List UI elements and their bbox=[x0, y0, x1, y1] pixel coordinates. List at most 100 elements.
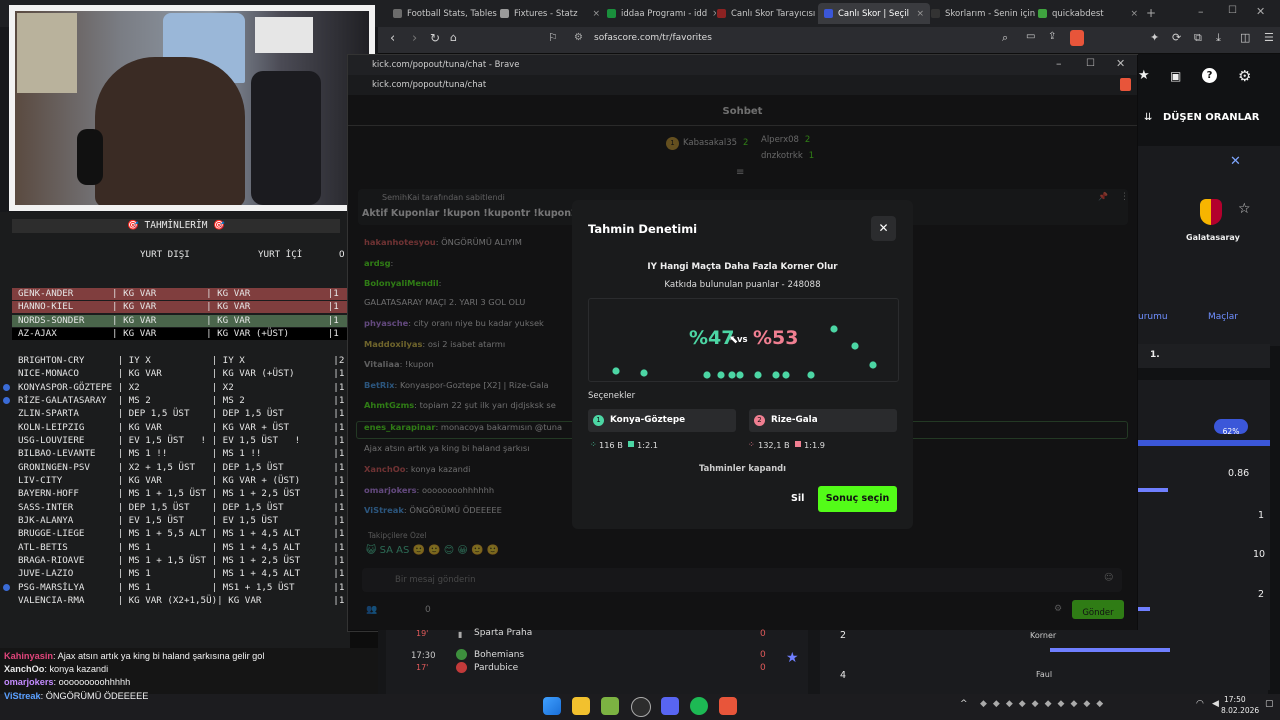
minimize-button[interactable]: – bbox=[1198, 5, 1204, 18]
gifter-name: dnzkotrkk bbox=[761, 151, 803, 161]
extensions-icon[interactable]: ✦ bbox=[1150, 31, 1159, 44]
discord-icon[interactable] bbox=[661, 697, 679, 715]
emoji-icon[interactable]: ☺ bbox=[1104, 573, 1113, 583]
pick-result-button[interactable]: Sonuç seçin bbox=[818, 486, 897, 512]
browser-tab[interactable]: Canlı Skor Tarayıcısı× bbox=[711, 3, 823, 24]
brave-icon[interactable] bbox=[719, 697, 737, 715]
sync-icon[interactable]: ⟳ bbox=[1172, 31, 1181, 44]
overlay-chat-line: ViStreak: ÖNGÖRÜMÜ ÖDEEEEE bbox=[4, 691, 148, 704]
options-heading: Seçenekler bbox=[588, 391, 636, 401]
spotify-icon[interactable] bbox=[690, 697, 708, 715]
pinned-menu-icon[interactable]: ⋮ bbox=[1120, 192, 1129, 202]
download-icon[interactable]: ⤓ bbox=[1216, 31, 1221, 45]
forward-icon[interactable]: › bbox=[412, 31, 417, 46]
chat-collapse-icon[interactable]: ≡ bbox=[736, 167, 744, 178]
browser-tab[interactable]: Fixtures - Statz × bbox=[494, 3, 606, 24]
chat-username[interactable]: ViStreak bbox=[364, 505, 404, 515]
browser-tab[interactable]: quickabdest × bbox=[1032, 3, 1144, 24]
chat-username[interactable]: AhmtGzms bbox=[364, 400, 414, 410]
back-icon[interactable]: ‹ bbox=[390, 31, 395, 46]
tv-icon[interactable]: ▣ bbox=[1170, 69, 1181, 83]
option-points: 116 B bbox=[599, 440, 623, 450]
chat-settings-icon[interactable]: ⚙ bbox=[1054, 604, 1062, 614]
tab-label: quickabdest bbox=[1052, 8, 1104, 19]
brave-shields-icon[interactable] bbox=[1070, 30, 1084, 46]
new-tab-button[interactable]: + bbox=[1146, 6, 1156, 20]
tab-favicon bbox=[824, 9, 833, 18]
settings-icon[interactable]: ⚙ bbox=[1238, 67, 1251, 85]
site-info-icon[interactable]: ⚙ bbox=[574, 32, 583, 43]
notification-icon[interactable]: ▢ bbox=[1265, 699, 1274, 709]
tab-matches[interactable]: Maçlar bbox=[1208, 312, 1238, 322]
menu-icon[interactable]: ☰ bbox=[1264, 31, 1274, 44]
chat-username[interactable]: enes_karapinar bbox=[364, 422, 435, 432]
notepad-icon[interactable] bbox=[601, 697, 619, 715]
chat-message-row: ViStreak: ÖNGÖRÜMÜ ÖDEEEEE bbox=[364, 505, 502, 515]
chat-username[interactable]: Vitaliaa bbox=[364, 359, 400, 369]
zoom-icon[interactable]: ⌕ bbox=[1002, 31, 1008, 45]
kick-close-button[interactable]: ✕ bbox=[1116, 57, 1125, 70]
delete-button[interactable]: Sil bbox=[791, 493, 804, 504]
kick-shield-icon[interactable] bbox=[1120, 78, 1131, 91]
clock-date[interactable]: 8.02.2026 bbox=[1221, 706, 1259, 715]
option-rize-gala[interactable]: 2 Rize-Gala bbox=[749, 409, 897, 432]
browser-tab[interactable]: Skorlarım - Senin için× bbox=[925, 3, 1037, 24]
pin-icon[interactable]: 📌 bbox=[1098, 192, 1108, 201]
foul-label: Faul bbox=[1036, 670, 1053, 679]
chat-username[interactable]: XanchOo bbox=[364, 464, 405, 474]
clock-time[interactable]: 17:50 bbox=[1224, 695, 1246, 704]
file-explorer-icon[interactable] bbox=[572, 697, 590, 715]
tab-standings[interactable]: urumu bbox=[1138, 312, 1168, 322]
browser-tab[interactable]: iddaa Programı - idd × bbox=[601, 3, 716, 24]
falling-odds-icon[interactable]: ⇊ bbox=[1144, 112, 1152, 123]
start-icon[interactable] bbox=[543, 697, 561, 715]
close-window-button[interactable]: ✕ bbox=[1256, 5, 1265, 18]
bookmark-icon[interactable]: ⚐ bbox=[548, 31, 558, 44]
chat-username[interactable]: BolonyaliMendil bbox=[364, 278, 439, 288]
star-nav-icon[interactable]: ★ bbox=[1138, 68, 1150, 83]
browser-tab[interactable]: Canlı Skor | Seçil × bbox=[818, 3, 930, 24]
maximize-button[interactable]: ☐ bbox=[1228, 5, 1237, 16]
volume-icon[interactable]: ◀ bbox=[1212, 699, 1219, 709]
tab-close-icon[interactable]: × bbox=[592, 9, 600, 19]
option-konya-goztepe[interactable]: 1 Konya-Göztepe bbox=[588, 409, 736, 432]
top-gifter: Alperx08 2 bbox=[761, 135, 810, 145]
home-icon[interactable]: ⌂ bbox=[450, 31, 457, 44]
wallet-icon[interactable]: ◫ bbox=[1240, 31, 1250, 44]
tab-close-icon[interactable]: × bbox=[1130, 9, 1138, 19]
chat-input[interactable]: Bir mesaj gönderin ☺ bbox=[362, 568, 1122, 592]
chat-message-row: omarjokers: oooooooohhhhhh bbox=[364, 485, 494, 495]
send-button[interactable]: Gönder bbox=[1072, 600, 1124, 619]
reload-icon[interactable]: ↻ bbox=[430, 31, 440, 45]
cast-icon[interactable]: ▭ bbox=[1026, 31, 1035, 42]
wifi-icon[interactable]: ◠ bbox=[1196, 699, 1204, 709]
address-bar[interactable]: ⚙ sofascore.com/tr/favorites bbox=[568, 30, 1073, 49]
chat-username[interactable]: ardsg bbox=[364, 258, 391, 268]
browser-tab[interactable]: Football Stats, Tables× bbox=[387, 3, 499, 24]
favorite-star-icon[interactable]: ☆ bbox=[1238, 201, 1251, 217]
chat-username[interactable]: phyasche bbox=[364, 318, 408, 328]
kick-minimize-button[interactable]: – bbox=[1056, 57, 1062, 70]
help-icon[interactable]: ? bbox=[1202, 68, 1217, 83]
chat-text: ÖNGÖRÜMÜ ÖDEEEEE bbox=[409, 505, 502, 515]
chat-message-row: ardsg: bbox=[364, 258, 393, 268]
chat-username[interactable]: Maddoxilyas bbox=[364, 339, 422, 349]
modal-close-button[interactable]: ✕ bbox=[871, 216, 896, 241]
puzzle-icon[interactable]: ⧉ bbox=[1194, 31, 1202, 45]
chat-username[interactable]: omarjokers bbox=[364, 485, 417, 495]
poster-image bbox=[17, 13, 77, 93]
kick-maximize-button[interactable]: ☐ bbox=[1086, 58, 1095, 69]
close-card-icon[interactable]: ✕ bbox=[1230, 154, 1241, 169]
pinned-by: SemihKai tarafından sabitlendi bbox=[382, 193, 505, 202]
tab-close-icon[interactable]: × bbox=[916, 9, 924, 19]
chat-username[interactable]: BetRix bbox=[364, 380, 395, 390]
sofascore-right-panel: ★ ▣ ? ⚙ ⇊ DÜŞEN ORANLAR ✕ ☆ Galatasaray … bbox=[1138, 54, 1280, 694]
tray-chevron-icon[interactable]: ^ bbox=[960, 699, 968, 709]
team-badge bbox=[456, 662, 467, 673]
falling-odds-label[interactable]: DÜŞEN ORANLAR bbox=[1163, 112, 1259, 123]
windows-taskbar: ^ ◆◆◆◆◆◆◆◆◆◆ ◠ ◀ 17:50 8.02.2026 ▢ bbox=[0, 694, 1280, 720]
match-favorite-star[interactable]: ★ bbox=[786, 650, 799, 666]
chat-username[interactable]: hakanhotesyou bbox=[364, 237, 436, 247]
share-icon[interactable]: ⇪ bbox=[1048, 31, 1056, 42]
obs-icon[interactable] bbox=[631, 697, 651, 717]
